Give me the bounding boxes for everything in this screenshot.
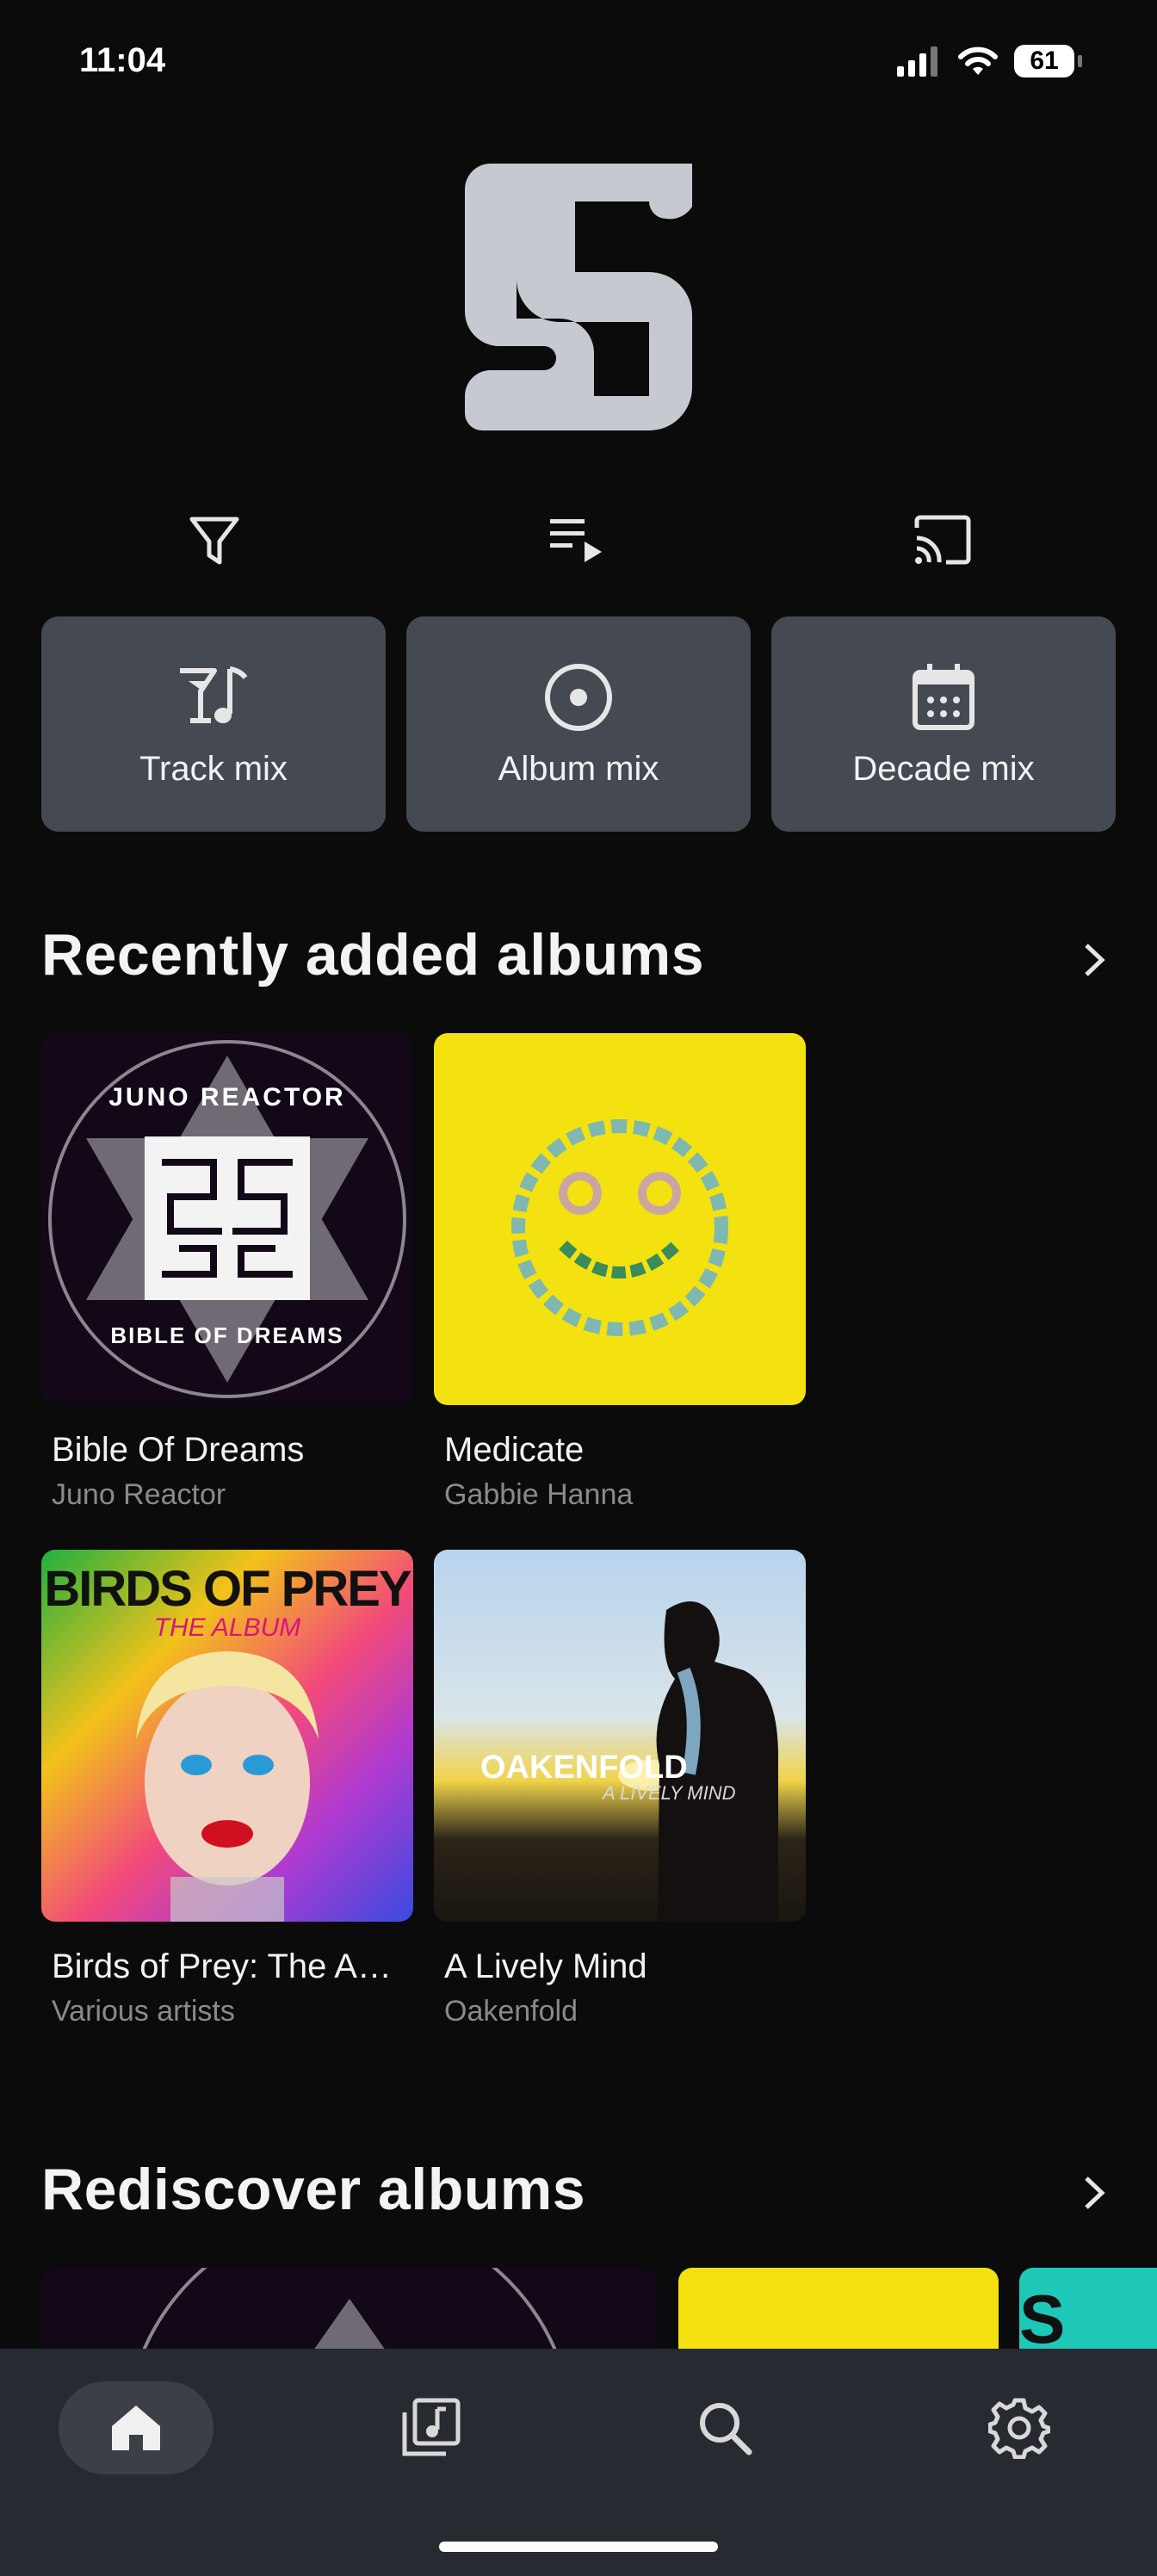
home-icon (112, 2406, 160, 2450)
album-cover[interactable]: BIRDS OF PREY THE ALBUM (41, 1550, 413, 1922)
cocktail-note-icon (180, 666, 248, 723)
album-cover[interactable]: OAKENFOLD A LIVELY MIND (434, 1550, 806, 1922)
cover-text: BIBLE OF DREAMS (110, 1322, 344, 1348)
status-icons: 61 (897, 45, 1082, 77)
app-logo (465, 164, 692, 430)
cover-text: A LIVELY MIND (603, 1782, 736, 1804)
chevron-right-icon[interactable] (1073, 938, 1116, 981)
album-title: Bible Of Dreams (52, 1431, 305, 1469)
track-mix-label: Track mix (139, 749, 288, 788)
track-mix-button[interactable]: Track mix (41, 616, 386, 832)
album-artist: Various artists (52, 1995, 235, 2028)
music-library-icon (402, 2398, 461, 2456)
album-title: Medicate (444, 1431, 585, 1469)
nav-home[interactable] (59, 2381, 213, 2474)
cover-text: OAKENFOLD (480, 1749, 688, 1786)
nav-search[interactable] (647, 2381, 802, 2474)
album-artist: Juno Reactor (52, 1478, 226, 1511)
album-cover[interactable] (434, 1033, 806, 1405)
album-title: A Lively Mind (444, 1947, 647, 1985)
album-card[interactable]: BIRDS OF PREY THE ALBUM Birds of Prey: T… (41, 1550, 413, 2028)
album-artist: Gabbie Hanna (444, 1478, 634, 1511)
queue-icon (550, 519, 602, 562)
recent-albums-heading: Recently added albums (41, 922, 705, 988)
chevron-right-icon[interactable] (1073, 2171, 1116, 2214)
album-card[interactable]: JUNO REACTOR BIBLE OF DREAMS Bible Of Dr… (41, 1033, 413, 1512)
nav-library[interactable] (353, 2381, 508, 2474)
cover-text: JUNO REACTOR (108, 1083, 346, 1112)
status-time: 11:04 (79, 41, 166, 79)
disc-icon (545, 663, 612, 731)
album-title: Birds of Prey: The A… (52, 1947, 392, 1985)
album-mix-label: Album mix (498, 749, 659, 788)
wifi-icon (958, 46, 998, 75)
nav-settings[interactable] (942, 2381, 1097, 2474)
home-indicator (439, 2542, 718, 2552)
filter-button[interactable] (183, 508, 246, 572)
decade-mix-label: Decade mix (852, 749, 1035, 788)
filter-icon (189, 517, 239, 565)
album-card[interactable]: OAKENFOLD A LIVELY MIND A Lively Mind Oa… (434, 1550, 806, 2028)
queue-button[interactable] (546, 508, 609, 572)
gear-icon (988, 2398, 1050, 2459)
album-artist: Oakenfold (444, 1995, 578, 2028)
battery-icon: 61 (1014, 45, 1082, 77)
album-mix-button[interactable]: Album mix (406, 616, 751, 832)
calendar-icon (913, 663, 974, 730)
signal-icon (897, 46, 937, 77)
battery-level: 61 (1030, 46, 1059, 75)
cast-button[interactable] (911, 508, 974, 572)
album-card[interactable]: Medicate Gabbie Hanna (434, 1033, 806, 1512)
album-cover[interactable]: JUNO REACTOR BIBLE OF DREAMS (41, 1033, 413, 1405)
search-icon (700, 2403, 752, 2455)
rediscover-albums-heading: Rediscover albums (41, 2157, 586, 2222)
cast-icon (914, 515, 971, 565)
decade-mix-button[interactable]: Decade mix (771, 616, 1116, 832)
